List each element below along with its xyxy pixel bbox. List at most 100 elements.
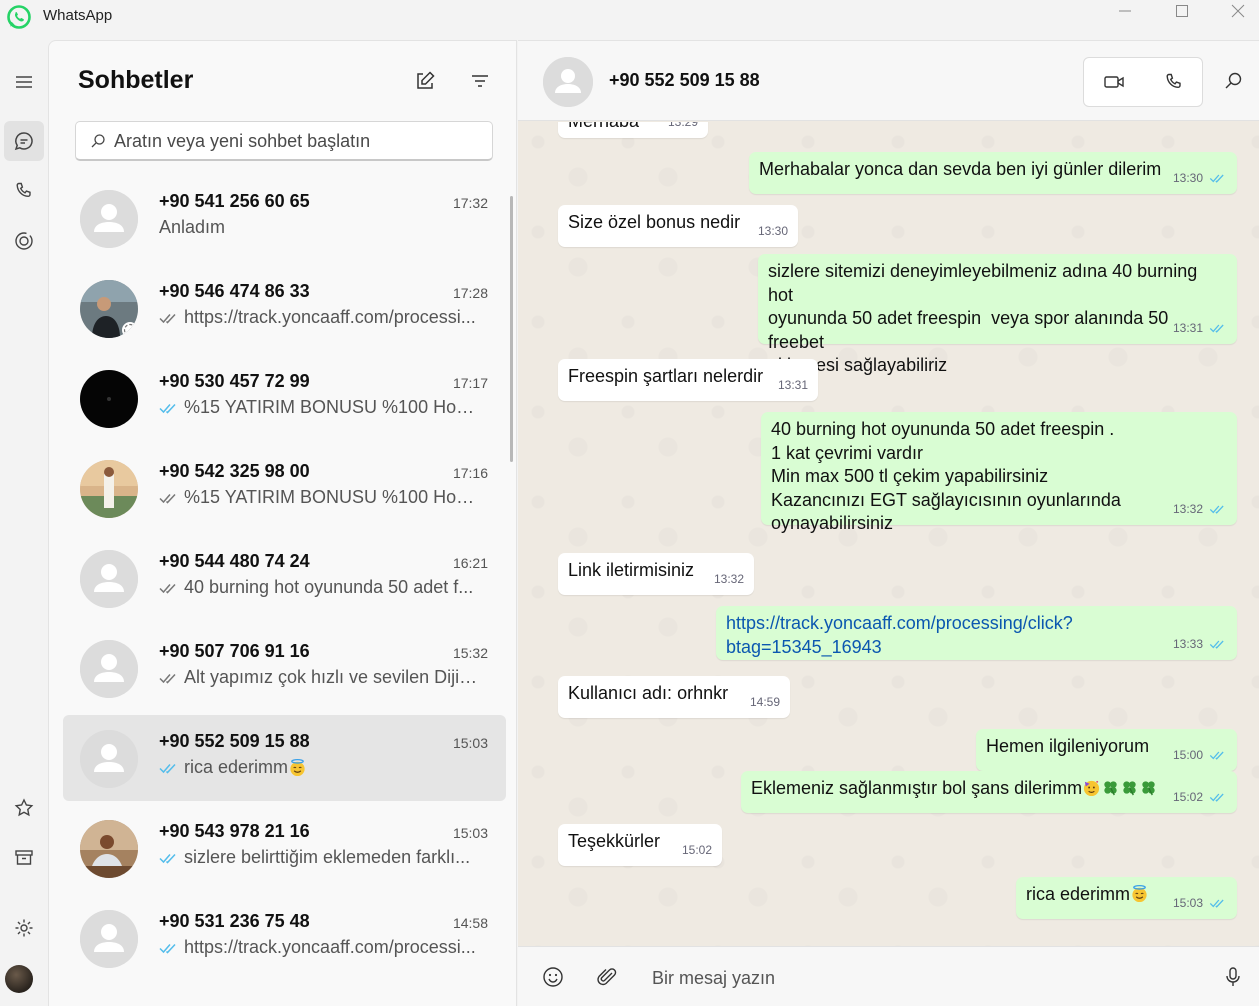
status-tab[interactable]: [4, 221, 44, 261]
chat-preview-text: rica ederimm: [184, 757, 289, 777]
emoji-icon[interactable]: [541, 965, 565, 989]
default-avatar-icon: [80, 550, 138, 608]
new-chat-icon[interactable]: [413, 69, 437, 93]
menu-button[interactable]: [4, 62, 44, 102]
chat-time: 15:32: [452, 645, 488, 661]
message-meta: 15:00: [1173, 744, 1227, 768]
outgoing-message[interactable]: sizlere sitemizi deneyimleyebilmeniz adı…: [758, 254, 1237, 375]
message-time: 13:32: [713, 571, 744, 586]
attachment-icon[interactable]: [595, 965, 619, 989]
incoming-message[interactable]: Freespin şartları nelerdir 13:31: [558, 359, 818, 401]
smiling-face-with-halo-emoji-icon: [290, 758, 305, 777]
contact-avatar[interactable]: [543, 57, 593, 107]
chat-preview: %15 YATIRIM BONUSU %100 Hoş...: [159, 487, 479, 508]
conversation-header[interactable]: +90 552 509 15 88: [518, 41, 1259, 121]
calls-tab[interactable]: [4, 171, 44, 211]
search-messages-icon[interactable]: [1222, 70, 1244, 92]
call-buttons: [1083, 57, 1203, 107]
whatsapp-logo-icon: [7, 5, 31, 29]
message-link[interactable]: https://track.yoncaaff.com/processing/cl…: [726, 613, 1073, 657]
chat-preview: Anladım: [159, 217, 479, 238]
message-text: 40 burning hot oyununda 50 adet freespin…: [771, 419, 1121, 533]
chat-list-item[interactable]: +90 542 325 98 00 17:16 %15 YATIRIM BONUSU…: [63, 445, 506, 531]
search-input[interactable]: [114, 130, 474, 152]
settings-button[interactable]: [4, 908, 44, 948]
chat-preview-text: Anladım: [159, 217, 226, 237]
outgoing-message[interactable]: Eklemeniz sağlanmıştır bol şans dilerimm…: [741, 771, 1237, 813]
incoming-message[interactable]: Size özel bonus nedir 13:30: [558, 205, 798, 247]
voice-call-button[interactable]: [1144, 58, 1204, 106]
message-time: 13:33: [1172, 636, 1203, 651]
message-text: Merhaba: [568, 122, 639, 131]
chat-preview-text: sizlere belirttiğim eklemeden farklı...: [184, 847, 471, 867]
message-text: rica ederimm: [1026, 884, 1131, 904]
chat-list-item[interactable]: +90 544 480 74 24 16:21 40 burning hot oyu…: [63, 535, 506, 621]
chats-tab[interactable]: [4, 121, 44, 161]
chat-preview: Alt yapımız çok hızlı ve sevilen Dijit..…: [159, 667, 479, 688]
incoming-message[interactable]: Teşekkürler 15:02: [558, 824, 722, 866]
close-icon: [1231, 4, 1245, 18]
read-receipt-icon: [1209, 174, 1224, 184]
chat-name: +90 544 480 74 24: [159, 551, 310, 571]
message-area[interactable]: Merhaba 13:29 Merhabalar yonca dan sevda b…: [518, 122, 1259, 946]
minimize-button[interactable]: [1097, 0, 1153, 22]
chat-name: +90 531 236 75 48: [159, 911, 310, 931]
default-avatar-icon: [80, 640, 138, 698]
message-meta: 13:31: [1173, 317, 1227, 341]
outgoing-message[interactable]: https://track.yoncaaff.com/processing/cl…: [716, 606, 1237, 660]
outgoing-message[interactable]: rica ederimm 15:03: [1016, 877, 1237, 919]
chat-list-item[interactable]: +90 552 509 15 88 15:03 rica ederimm: [63, 715, 506, 801]
starred-messages-button[interactable]: [4, 788, 44, 828]
close-button[interactable]: [1210, 0, 1259, 22]
search-box[interactable]: [75, 121, 493, 161]
chat-preview-text: Alt yapımız çok hızlı ve sevilen Dijit..…: [184, 667, 479, 687]
chat-time: 17:32: [452, 195, 488, 211]
chat-preview-text: %15 YATIRIM BONUSU %100 Hoş...: [184, 397, 479, 417]
chat-name: +90 542 325 98 00: [159, 461, 310, 481]
message-time: 15:03: [1172, 895, 1203, 910]
chat-list-item[interactable]: +90 543 978 21 16 15:03 sizlere belirttiği…: [63, 805, 506, 891]
chat-name: +90 507 706 91 16: [159, 641, 310, 661]
panel-title: Sohbetler: [78, 66, 194, 94]
chat-list-item[interactable]: +90 541 256 60 65 17:32 Anladım: [63, 179, 506, 261]
star-icon: [14, 798, 34, 817]
profile-avatar[interactable]: [5, 965, 33, 993]
chat-name: +90 552 509 15 88: [159, 731, 310, 751]
chat-time: 17:17: [452, 375, 488, 391]
chat-bubble-icon: [14, 132, 33, 151]
filter-icon[interactable]: [468, 69, 492, 93]
gear-icon: [15, 919, 33, 937]
archived-button[interactable]: [4, 838, 44, 878]
maximize-button[interactable]: [1154, 0, 1210, 22]
default-avatar-icon: [80, 190, 138, 248]
incoming-message[interactable]: Kullanıcı adı: orhnkr 14:59: [558, 676, 790, 718]
chat-preview: 40 burning hot oyununda 50 adet f...: [159, 577, 479, 598]
video-call-button[interactable]: [1084, 58, 1144, 106]
contact-photo: [80, 370, 138, 428]
read-receipt-icon: [1209, 793, 1224, 803]
four-leaf-clover-icon: [1104, 781, 1117, 796]
chat-preview: https://track.yoncaaff.com/processi...: [159, 937, 479, 958]
incoming-message[interactable]: Merhaba 13:29: [558, 122, 708, 138]
phone-icon: [1166, 73, 1181, 89]
chat-list-item[interactable]: +90 531 236 75 48 14:58 https://track.yonc…: [63, 895, 506, 981]
chat-list-scrollbar[interactable]: [510, 196, 513, 462]
message-time: 13:31: [777, 377, 808, 392]
read-receipt-icon: [159, 403, 176, 414]
chat-list-item[interactable]: +90 530 457 72 99 17:17 %15 YATIRIM BONUSU…: [63, 355, 506, 441]
message-input[interactable]: [652, 965, 1192, 991]
outgoing-message[interactable]: Hemen ilgileniyorum 15:00: [976, 729, 1237, 771]
message-text: sizlere sitemizi deneyimleyebilmeniz adı…: [768, 261, 1198, 375]
chat-time: 17:16: [452, 465, 488, 481]
message-time: 15:00: [1172, 747, 1203, 762]
outgoing-message[interactable]: Merhabalar yonca dan sevda ben iyi günle…: [749, 152, 1237, 194]
message-text: Size özel bonus nedir: [568, 212, 741, 232]
microphone-icon[interactable]: [1221, 965, 1245, 989]
hamburger-icon: [16, 76, 32, 88]
chat-list-item[interactable]: +90 507 706 91 16 15:32 Alt yapımız çok hı…: [63, 625, 506, 711]
message-meta: 13:30: [1173, 167, 1227, 191]
chat-list-item[interactable]: +90 546 474 86 33 17:28 https://track.yonc…: [63, 265, 506, 351]
chat-avatar: [80, 460, 138, 518]
outgoing-message[interactable]: 40 burning hot oyununda 50 adet freespin…: [761, 412, 1237, 533]
incoming-message[interactable]: Link iletirmisiniz 13:32: [558, 553, 754, 595]
